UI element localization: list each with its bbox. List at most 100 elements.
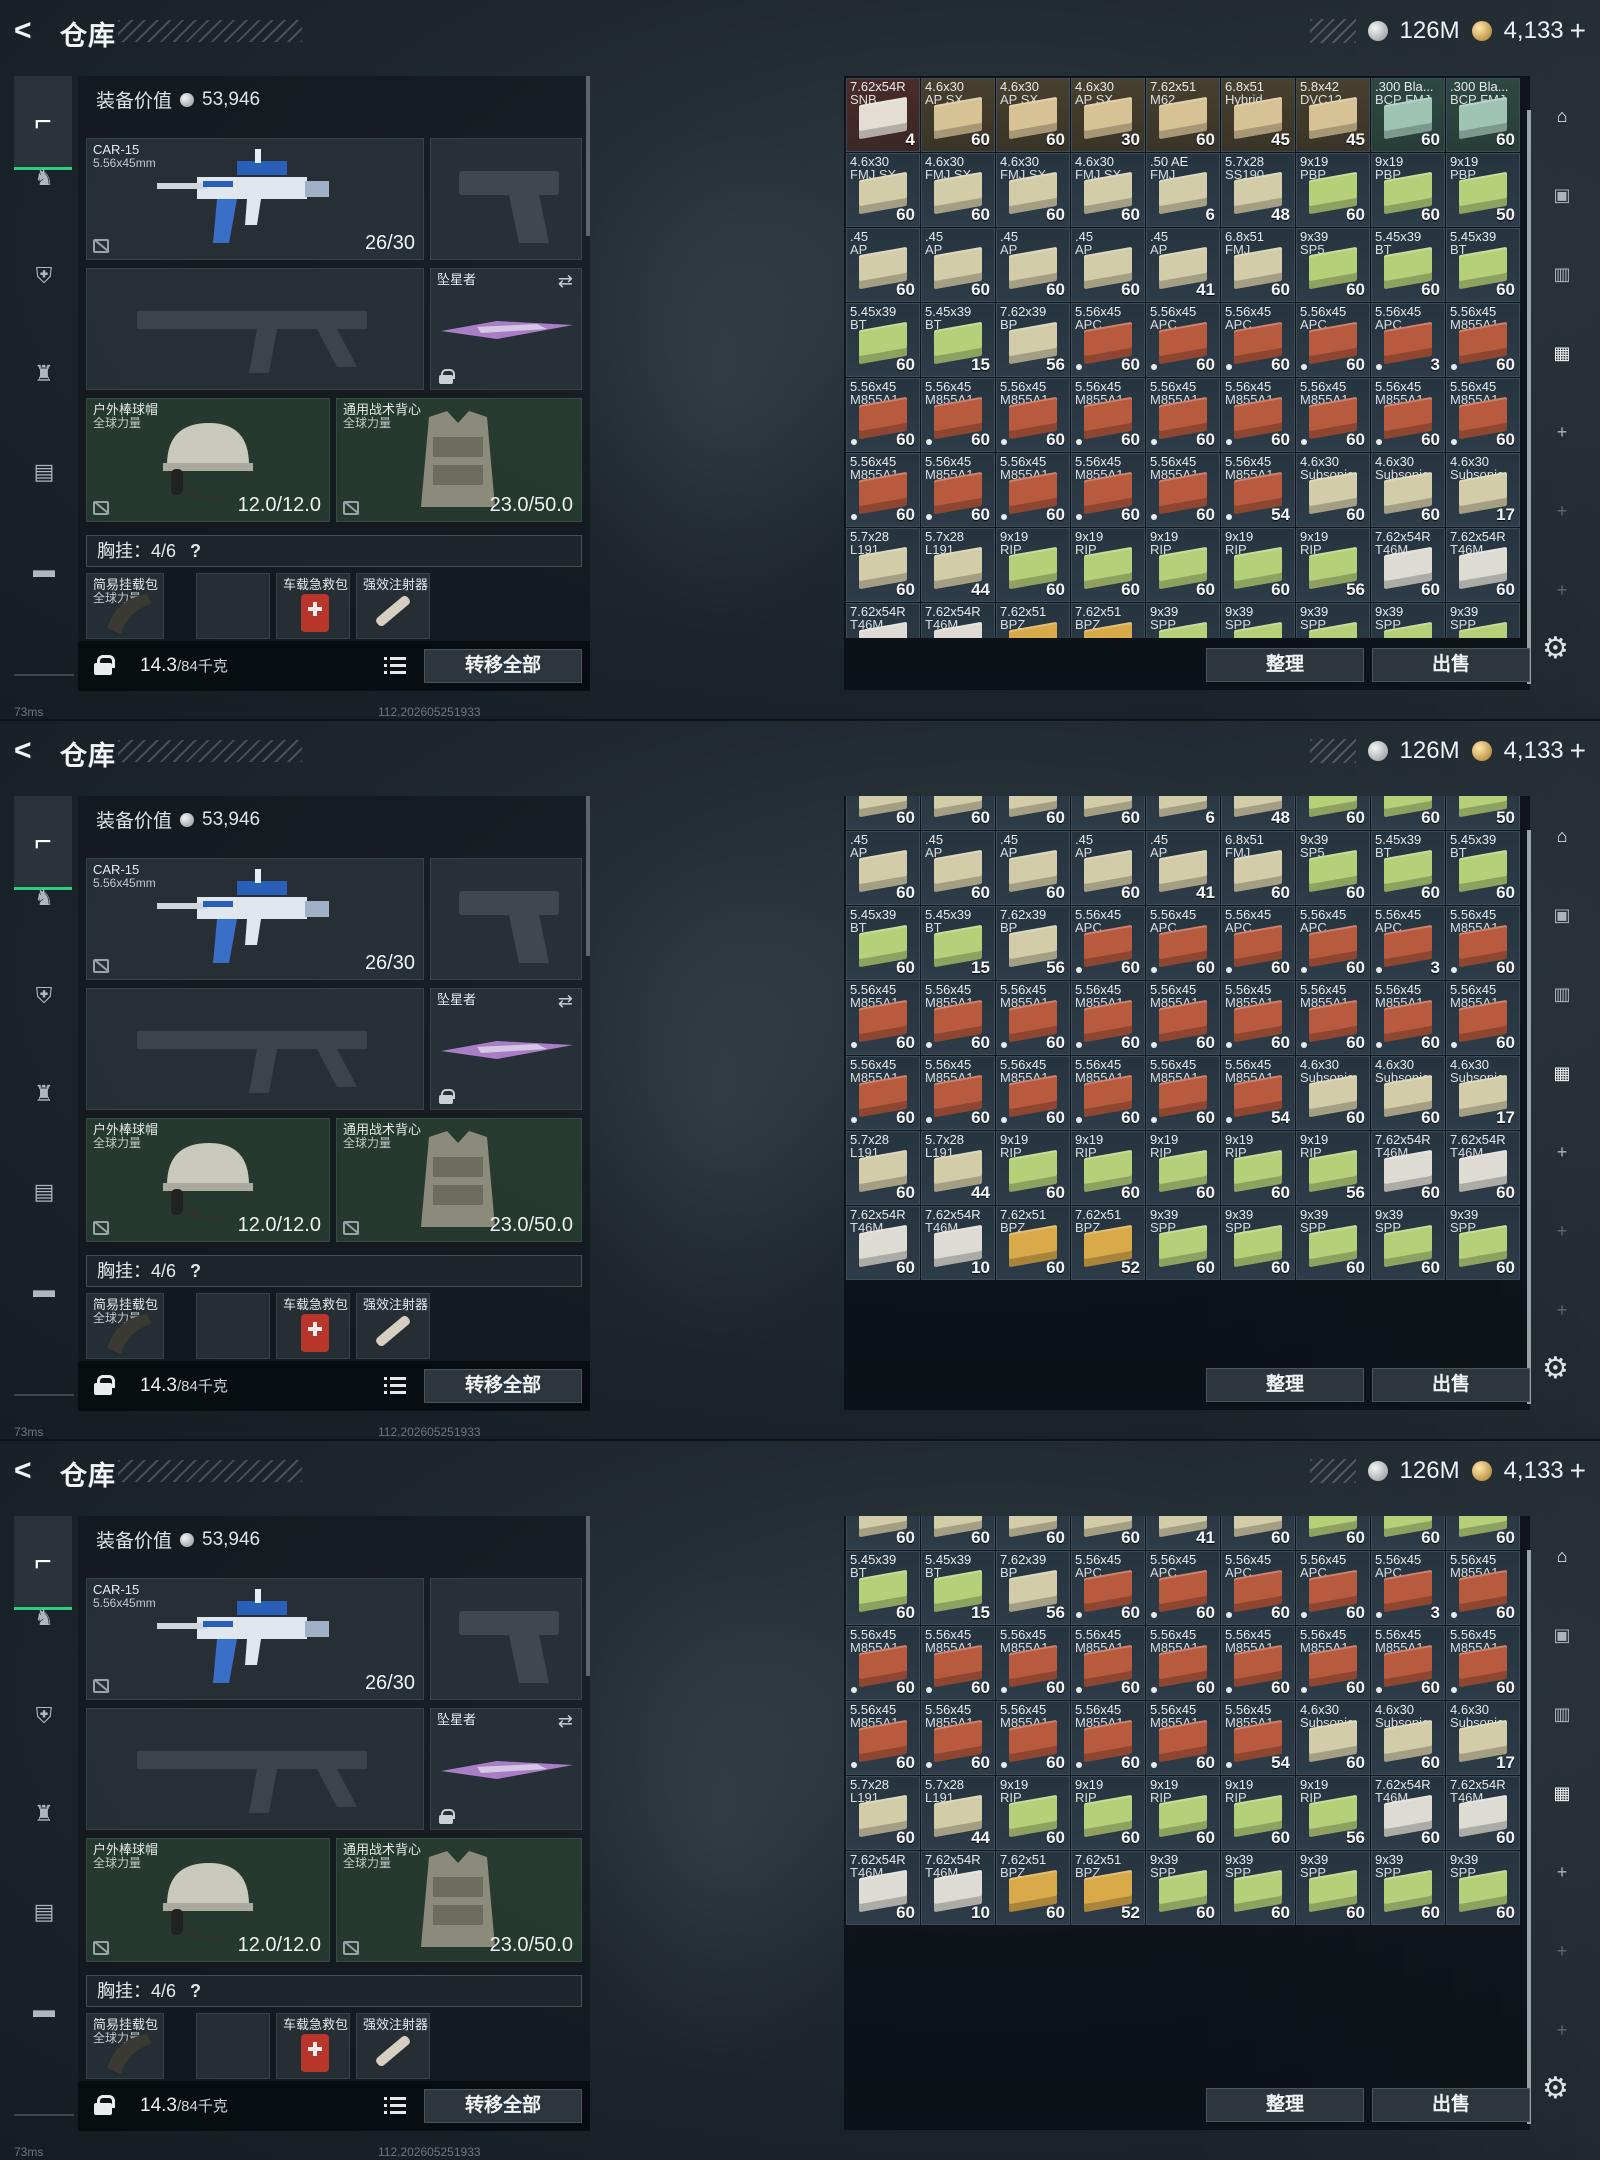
case-tab-icon[interactable]: ▬: [22, 1268, 66, 1312]
ammo-item[interactable]: 5.45x39 BT 15: [921, 906, 995, 980]
ammo-item[interactable]: 5.56x45 M855A1 60: [1146, 981, 1220, 1055]
ammo-item[interactable]: 9x39SPP60: [1446, 1851, 1520, 1925]
ammo-item[interactable]: 4.6x30 Subsonic 60: [1296, 1701, 1370, 1775]
ammo-item[interactable]: 7.62x51BPZ52: [1071, 603, 1145, 638]
back-icon[interactable]: <: [14, 14, 44, 48]
empty-tab-icon[interactable]: +: [1542, 2010, 1582, 2050]
stash-tab-4-icon[interactable]: ▦: [1542, 1053, 1582, 1093]
ammo-item[interactable]: 5.56x45 APC 60: [1146, 906, 1220, 980]
pouch-slot[interactable]: 简易挂载包 全球力量: [86, 1293, 164, 1359]
vest-slot[interactable]: 通用战术背心 全球力量 23.0/50.0: [336, 1118, 582, 1242]
secondary-weapon-slot[interactable]: [430, 1578, 582, 1700]
ammo-item[interactable]: 5.7x28 L191 60: [846, 1131, 920, 1205]
secondary-weapon-slot[interactable]: [430, 858, 582, 980]
ammo-item[interactable]: .300 Bla... BCP FMJ 60: [1446, 78, 1520, 152]
ammo-item[interactable]: 5.56x45 M855A1 60: [1146, 1626, 1220, 1700]
add-tab-icon[interactable]: +: [1542, 1132, 1582, 1172]
ammo-item[interactable]: 7.62x39 BP 56: [996, 303, 1070, 377]
ammo-item[interactable]: 5.56x45 M855A1 60: [1071, 378, 1145, 452]
organize-button[interactable]: 整理: [1206, 2088, 1364, 2122]
pouch-slot[interactable]: 简易挂载包 全球力量: [86, 573, 164, 639]
backpack-tab-icon[interactable]: ♜: [22, 1792, 66, 1836]
ammo-item[interactable]: 5.56x45 M855A1 60: [996, 1701, 1070, 1775]
ammo-item[interactable]: 9x19PBP60: [1371, 153, 1445, 227]
ammo-item[interactable]: 4.6x30FMJ SX60: [921, 153, 995, 227]
ammo-item[interactable]: 5.56x45 M855A1 60: [996, 1056, 1070, 1130]
ammo-item[interactable]: 5.56x45 M855A1 60: [1221, 378, 1295, 452]
back-icon[interactable]: <: [14, 1454, 44, 1488]
ammo-item[interactable]: 5.56x45 M855A1 60: [1446, 303, 1520, 377]
ammo-item[interactable]: 5.7x28 L191 60: [846, 1776, 920, 1850]
ammo-item[interactable]: 7.62x51BPZ60: [996, 1206, 1070, 1280]
ammo-item[interactable]: 7.62x39 BP 56: [996, 1551, 1070, 1625]
ammo-item[interactable]: 9x39SPP60: [1446, 1206, 1520, 1280]
add-currency-button[interactable]: +: [1570, 735, 1586, 767]
ammo-item[interactable]: 5.56x45 M855A1 60: [1296, 1626, 1370, 1700]
stash-tab-2-icon[interactable]: ▣: [1542, 895, 1582, 935]
ammo-item[interactable]: 5.45x39BT60: [1446, 228, 1520, 302]
ammo-item[interactable]: 9x39SPP60: [1371, 603, 1445, 638]
unequip-icon[interactable]: [93, 501, 109, 515]
ammo-item[interactable]: 5.56x45 M855A1 60: [1146, 378, 1220, 452]
ammo-item[interactable]: 4.6x30 Subsonic 17: [1446, 1701, 1520, 1775]
pouch-slot[interactable]: 强效注射器: [356, 2013, 430, 2079]
empty-tab-icon[interactable]: +: [1542, 1931, 1582, 1971]
swap-icon[interactable]: ⇄: [558, 271, 573, 292]
empty-tab-icon[interactable]: +: [1542, 570, 1582, 610]
ammo-item[interactable]: 4.6x30FMJ SX60: [996, 796, 1070, 830]
ammo-item[interactable]: 4.6x30 Subsonic 60: [1371, 1701, 1445, 1775]
helmet-slot[interactable]: 户外棒球帽 全球力量 12.0/12.0: [86, 1838, 330, 1962]
ammo-item[interactable]: 7.62x51BPZ60: [996, 603, 1070, 638]
pouch-slot[interactable]: 车载急救包: [276, 573, 350, 639]
ammo-item[interactable]: .45AP60: [996, 228, 1070, 302]
ammo-item[interactable]: 4.6x30FMJ SX60: [921, 796, 995, 830]
ammo-item[interactable]: 5.56x45 M855A1 60: [846, 1626, 920, 1700]
ammo-item[interactable]: 6.8x51FMJ60: [1221, 1516, 1295, 1550]
ammo-item[interactable]: 4.6x30 Subsonic 60: [1296, 1056, 1370, 1130]
ammo-item[interactable]: 9x19 RIP 56: [1296, 1131, 1370, 1205]
back-icon[interactable]: <: [14, 734, 44, 768]
melee-slot[interactable]: 坠星者 ⇄: [430, 988, 582, 1110]
ammo-item[interactable]: 5.56x45 M855A1 60: [846, 981, 920, 1055]
organize-button[interactable]: 整理: [1206, 1368, 1364, 1402]
ammo-item[interactable]: 5.56x45 M855A1 60: [921, 981, 995, 1055]
melee-slot[interactable]: 坠星者 ⇄: [430, 1708, 582, 1830]
ammo-item[interactable]: 4.6x30FMJ SX60: [1071, 153, 1145, 227]
ammo-item[interactable]: 5.56x45 M855A1 60: [996, 981, 1070, 1055]
rifle-slot-empty[interactable]: [86, 988, 424, 1110]
ammo-item[interactable]: 5.56x45 APC 60: [1221, 906, 1295, 980]
ammo-item[interactable]: 9x39SPP60: [1371, 1206, 1445, 1280]
ammo-item[interactable]: 9x39SPP60: [1146, 1851, 1220, 1925]
unequip-icon[interactable]: [93, 1679, 109, 1693]
ammo-item[interactable]: 5.56x45 M855A1 60: [996, 378, 1070, 452]
add-tab-icon[interactable]: +: [1542, 1852, 1582, 1892]
pouch-slot[interactable]: 车载急救包: [276, 2013, 350, 2079]
ammo-item[interactable]: 5.56x45 M855A1 60: [846, 378, 920, 452]
ammo-item[interactable]: 9x19PBP60: [1296, 796, 1370, 830]
ammo-item[interactable]: .45AP60: [1071, 1516, 1145, 1550]
armor-tab-icon[interactable]: ⛨: [22, 254, 66, 298]
ammo-item[interactable]: 5.56x45 M855A1 60: [921, 378, 995, 452]
ammo-item[interactable]: 9x19PBP50: [1446, 796, 1520, 830]
ammo-item[interactable]: 5.56x45 M855A1 60: [1071, 1626, 1145, 1700]
loadout-scrollbar[interactable]: [586, 1516, 590, 1676]
ammo-item[interactable]: 5.45x39BT60: [1446, 1516, 1520, 1550]
rifle-slot-empty[interactable]: [86, 1708, 424, 1830]
lock-icon[interactable]: [94, 2095, 115, 2115]
stash-tab-2-icon[interactable]: ▣: [1542, 175, 1582, 215]
pouch-slot[interactable]: 车载急救包: [276, 1293, 350, 1359]
ammo-item[interactable]: 5.56x45 APC 60: [1071, 906, 1145, 980]
ammo-item[interactable]: 5.56x45 M855A1 60: [1071, 453, 1145, 527]
ammo-item[interactable]: 5.45x39BT60: [1371, 1516, 1445, 1550]
ammo-item[interactable]: 5.56x45 APC 3: [1371, 906, 1445, 980]
ammo-item[interactable]: 9x39SP560: [1296, 831, 1370, 905]
ammo-item[interactable]: 9x39SPP60: [1221, 603, 1295, 638]
ammo-item[interactable]: 7.62x54RT46M10: [921, 603, 995, 638]
ammo-item[interactable]: 9x39SPP60: [1296, 1206, 1370, 1280]
help-icon[interactable]: ?: [190, 1256, 201, 1286]
swap-icon[interactable]: ⇄: [558, 1711, 573, 1732]
ammo-item[interactable]: 7.62x54RT46M60: [846, 1206, 920, 1280]
ammo-item[interactable]: 5.56x45 M855A1 60: [1071, 1056, 1145, 1130]
stash-scrollbar[interactable]: [1527, 1550, 1531, 2124]
organize-button[interactable]: 整理: [1206, 648, 1364, 682]
